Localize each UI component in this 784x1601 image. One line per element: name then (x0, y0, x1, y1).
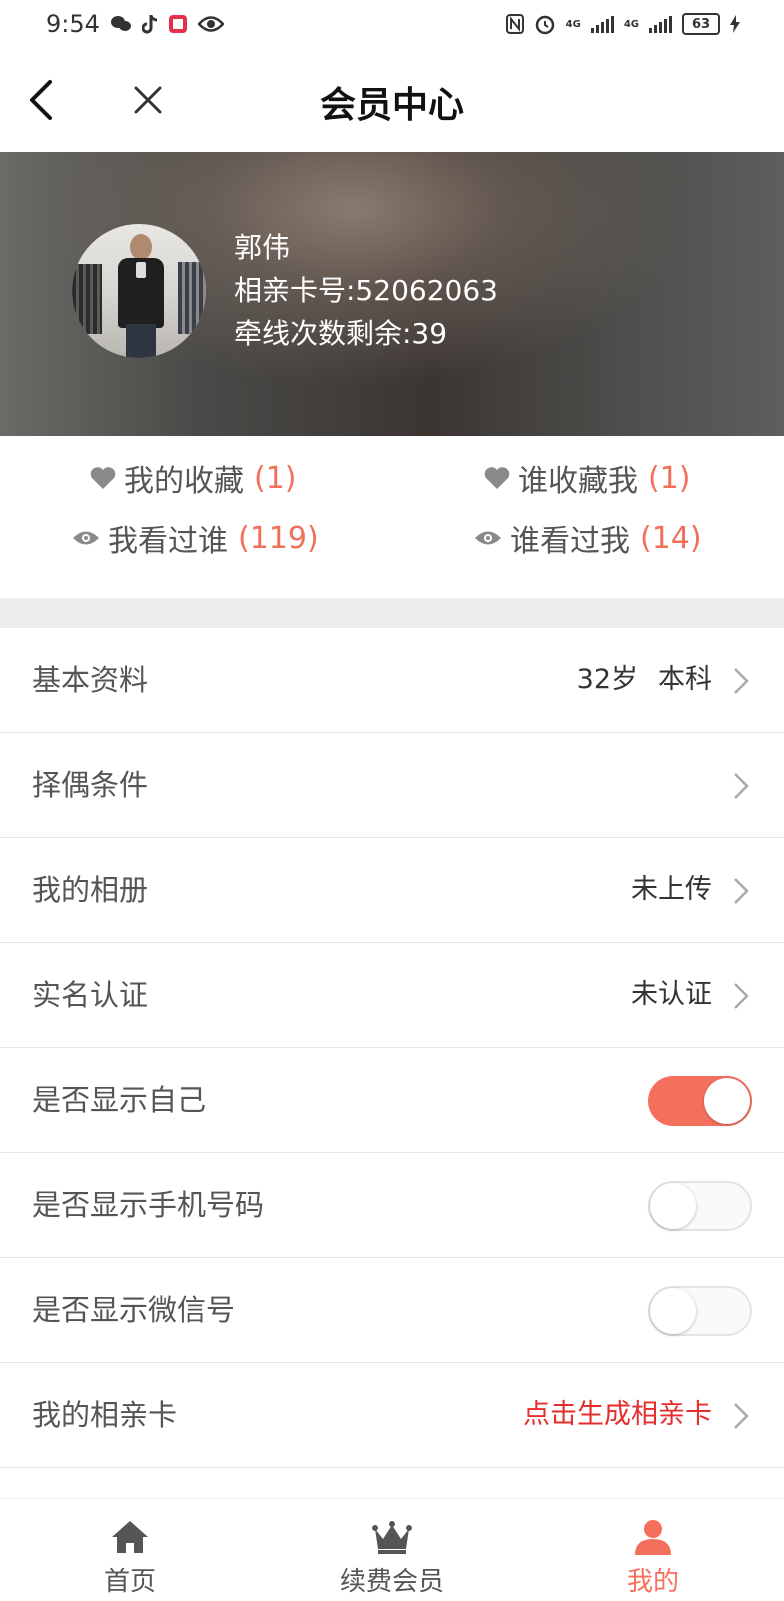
tiktok-icon (141, 15, 157, 34)
red-book-icon (168, 15, 187, 33)
row-label: 实名认证 (32, 978, 149, 1012)
profile-header: 郭伟 相亲卡号:52062063 牵线次数剩余:39 (0, 152, 784, 436)
stat-count: (1) (648, 460, 691, 496)
row-value: 32岁 本科 (577, 628, 712, 732)
profile-card-number: 相亲卡号:52062063 (234, 274, 498, 307)
show-phone-toggle[interactable] (648, 1181, 752, 1231)
stat-my-favorites[interactable]: 我的收藏 (1) (90, 456, 297, 500)
row-real-name[interactable]: 实名认证 未认证 (0, 943, 784, 1048)
row-label: 基本资料 (32, 663, 149, 697)
signal-icon (590, 15, 614, 33)
bottom-nav: 首页 续费会员 我的 (0, 1498, 784, 1601)
stats-panel: 我的收藏 (1) 谁收藏我 (1) 我看过谁 (119) 谁看过我 (14) (0, 436, 784, 598)
person-icon (635, 1520, 671, 1555)
generate-card-link[interactable]: 点击生成相亲卡 (523, 1363, 712, 1467)
row-show-self: 是否显示自己 (0, 1048, 784, 1153)
profile-info: 郭伟 相亲卡号:52062063 牵线次数剩余:39 (234, 226, 498, 355)
crown-icon (372, 1521, 412, 1554)
chevron-right-icon (734, 1403, 749, 1429)
network-type-2: 4G (623, 18, 639, 30)
heart-icon (90, 467, 116, 489)
nav-renew-membership[interactable]: 续费会员 (292, 1499, 492, 1601)
nav-label: 我的 (626, 1567, 679, 1597)
stat-i-viewed[interactable]: 我看过谁 (119) (72, 516, 319, 560)
show-self-toggle[interactable] (648, 1076, 752, 1126)
nfc-icon (505, 14, 524, 34)
stat-count: (1) (254, 460, 297, 496)
age-value: 32岁 (576, 664, 638, 695)
row-album[interactable]: 我的相册 未上传 (0, 838, 784, 943)
heart-icon (484, 467, 510, 489)
title-bar: 会员中心 (0, 48, 784, 152)
profile-name: 郭伟 (234, 231, 291, 264)
row-partner-criteria[interactable]: 择偶条件 (0, 733, 784, 838)
row-value: 未认证 (631, 979, 712, 1010)
eye-icon (475, 531, 501, 545)
stat-label: 我看过谁 (108, 524, 228, 559)
row-label: 我的相册 (32, 873, 149, 907)
profile-remaining-count: 牵线次数剩余:39 (234, 317, 448, 350)
status-time: 9:54 (46, 10, 100, 38)
signal-icon-2 (649, 15, 672, 33)
chevron-right-icon (734, 983, 749, 1009)
network-type-1: 4G (565, 18, 581, 30)
stat-label: 谁收藏我 (518, 464, 638, 499)
nav-mine[interactable]: 我的 (553, 1499, 753, 1601)
row-basic-info[interactable]: 基本资料 32岁 本科 (0, 628, 784, 733)
stat-who-favorited-me[interactable]: 谁收藏我 (1) (484, 456, 691, 500)
stat-label: 谁看过我 (510, 524, 630, 559)
avatar[interactable] (72, 224, 206, 358)
chevron-right-icon (734, 773, 749, 799)
row-value: 未上传 (631, 874, 712, 905)
settings-list: 基本资料 32岁 本科 择偶条件 我的相册 未上传 实名认证 未认证 是否显示自己… (0, 628, 784, 1468)
row-label: 我的相亲卡 (32, 1398, 178, 1432)
row-label: 择偶条件 (32, 768, 149, 802)
charging-icon (730, 15, 740, 33)
eye-icon (197, 16, 224, 32)
chevron-right-icon (734, 878, 749, 904)
education-value: 本科 (658, 664, 712, 695)
show-wechat-toggle[interactable] (648, 1286, 752, 1336)
battery-icon: 63 (682, 13, 720, 35)
chevron-right-icon (734, 668, 749, 694)
row-label: 是否显示手机号码 (32, 1188, 265, 1222)
row-show-phone: 是否显示手机号码 (0, 1153, 784, 1258)
row-dating-card[interactable]: 我的相亲卡 点击生成相亲卡 (0, 1363, 784, 1468)
battery-level: 63 (691, 16, 711, 32)
section-divider (0, 598, 784, 628)
stat-count: (119) (238, 520, 319, 556)
stat-label: 我的收藏 (124, 464, 244, 499)
page-title: 会员中心 (319, 85, 464, 126)
wechat-icon (110, 16, 131, 31)
row-label: 是否显示微信号 (32, 1293, 236, 1327)
row-label: 是否显示自己 (32, 1083, 207, 1117)
eye-icon (73, 531, 99, 545)
nav-label: 首页 (103, 1567, 156, 1597)
stat-count: (14) (640, 520, 702, 556)
nav-label: 续费会员 (339, 1567, 444, 1597)
status-bar: 9:54 4G 4G 63 (0, 0, 784, 48)
home-icon (112, 1521, 148, 1553)
nav-home[interactable]: 首页 (30, 1499, 230, 1601)
alarm-icon (535, 15, 554, 35)
row-show-wechat: 是否显示微信号 (0, 1258, 784, 1363)
stat-who-viewed-me[interactable]: 谁看过我 (14) (474, 516, 702, 560)
